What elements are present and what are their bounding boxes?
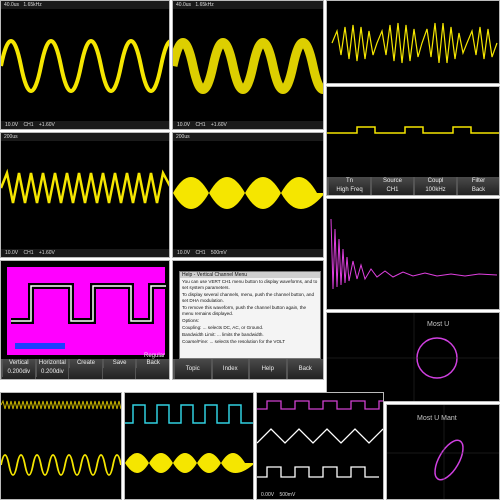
menu-back-button[interactable]: Back (285, 359, 323, 379)
waveform-dual (125, 404, 253, 473)
softkey-menu: Topic Index Help Back (173, 359, 323, 379)
help-line: To display several channels, menu, push … (182, 292, 315, 303)
watermark-text: Most U (427, 321, 450, 328)
ch-scale: 10.0V (177, 250, 191, 256)
menu-filter-button[interactable]: Filter Back (456, 177, 499, 195)
menu-high-freq-button[interactable]: Tn High Freq (327, 177, 370, 195)
scope-panel-am (326, 0, 500, 84)
waveform-triangle (1, 168, 169, 204)
menu-topic-button[interactable]: Topic (173, 359, 211, 379)
ch-scale: 10.0V (177, 122, 191, 128)
help-line: To remove this waveform, push the channe… (182, 305, 307, 316)
menu-horizontal-button[interactable]: Horizontal 0.200div (34, 359, 69, 379)
trigger-level: +1.60V (38, 122, 55, 128)
scope-panel-sine: 40.0us 1.65kHz 10.0V CH1 +1.60V (0, 0, 170, 130)
menu-index-button[interactable]: Index (210, 359, 248, 379)
menu-back-button[interactable]: Back (135, 359, 169, 379)
waveform-dense-sine (1, 399, 121, 476)
help-line: Coupling: ... selects DC, AC, or Ground. (182, 325, 264, 330)
ch-scale: 10.0V (5, 250, 19, 256)
help-line: Bandwidth Limit: ... limits the bandwidt… (182, 332, 264, 337)
bottom-bar: 10.0V CH1 500mV (173, 249, 323, 257)
bottom-bar: 10.0V CH1 +1.60V (173, 121, 323, 129)
waveform-sine (1, 39, 169, 93)
ch-scale: 10.0V (5, 122, 19, 128)
xy-circle (327, 313, 499, 401)
scope-panel-xy-circle: Most U (326, 312, 500, 402)
trigger-level: +1.60V (210, 122, 227, 128)
scope-panel-xy-ellipse: Most U Mant (386, 404, 500, 500)
trigger-source: CH1 (23, 122, 34, 128)
waveform-sine-persist (173, 38, 323, 94)
scope-panel-magenta-square: Regular Vertical 0.200div Horizontal 0.200… (0, 260, 170, 380)
scope-panel-dual (124, 392, 254, 500)
trigger-level: +1.60V (38, 250, 55, 256)
scope-panel-tri-square: 0.00V 500mV (256, 392, 384, 500)
menu-help-button[interactable]: Help (248, 359, 286, 379)
menu-vertical-button[interactable]: Vertical 0.200div (1, 359, 35, 379)
watermark-text: Most U Mant (417, 415, 457, 422)
waveform-decay (330, 218, 498, 290)
softkey-menu: Tn High Freq Source CH1 Coupl 100kHz Filter… (327, 177, 499, 195)
menu-create-button[interactable]: Create (68, 359, 102, 379)
trigger-source: CH1 (23, 250, 34, 256)
trigger-source: CH1 (195, 250, 206, 256)
waveform-tri-square (257, 400, 383, 478)
scope-panel-help: Help - Vertical Channel Menu You can use… (172, 260, 324, 380)
softkey-menu: Vertical 0.200div Horizontal 0.200div Crea… (1, 359, 169, 379)
help-line: Coarse/Fine: ... selects the resolution … (182, 339, 286, 344)
bottom-bar: 10.0V CH1 +1.60V (1, 121, 169, 129)
menu-coupling-button[interactable]: Coupl 100kHz (413, 177, 456, 195)
bottom-bar: 10.0V CH1 +1.60V (1, 249, 169, 257)
menu-save-button[interactable]: Save (101, 359, 136, 379)
trigger-level: 500mV (210, 250, 227, 256)
ch-scale-2: 500mV (279, 492, 296, 498)
help-dialog: Help - Vertical Channel Menu You can use… (179, 271, 321, 359)
ch-scale: 0.00V (261, 492, 275, 498)
scope-panel-square-menu: Tn High Freq Source CH1 Coupl 100kHz Filter… (326, 86, 500, 196)
help-line: You can use VERT CH1 menu button to disp… (182, 279, 318, 290)
bottom-bar: 0.00V 500mV (257, 491, 383, 499)
waveform-am-lobes (173, 177, 323, 209)
scope-panel-sine-persist: 40.0us 1.65kHz 10.0V CH1 +1.60V (172, 0, 324, 130)
menu-source-button[interactable]: Source CH1 (370, 177, 413, 195)
trigger-source: CH1 (195, 122, 206, 128)
waveform-am (331, 22, 498, 64)
scope-panel-am-lobes: 200us 10.0V CH1 500mV (172, 132, 324, 258)
help-title: Help - Vertical Channel Menu (180, 272, 320, 278)
scope-panel-triangle: 200us 10.0V CH1 +1.60V (0, 132, 170, 258)
scope-panel-decay (326, 198, 500, 310)
help-line: Options: (182, 318, 200, 323)
scope-panel-dense-sine (0, 392, 122, 500)
